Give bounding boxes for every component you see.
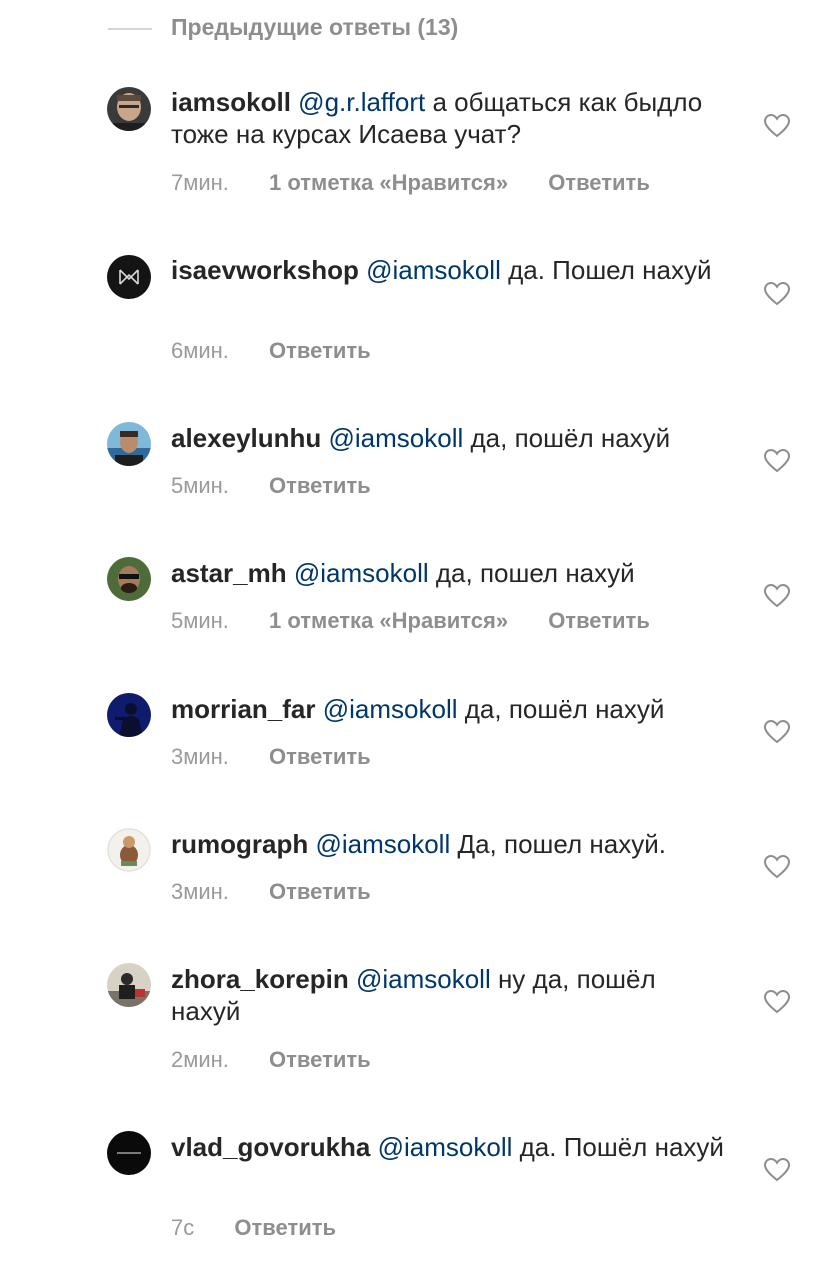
comment-username[interactable]: vlad_govorukha bbox=[171, 1132, 370, 1162]
comment-text: astar_mh @iamsokoll да, пошел нахуй bbox=[171, 557, 731, 589]
comment-text: zhora_korepin @iamsokoll ну да, пошёл на… bbox=[171, 963, 731, 1027]
avatar-logo-icon bbox=[107, 1131, 151, 1175]
comment-body: да. Пошёл нахуй bbox=[519, 1132, 724, 1162]
comment-likes[interactable]: 1 отметка «Нравится» bbox=[269, 170, 508, 196]
reply-button[interactable]: Ответить bbox=[269, 473, 371, 499]
like-heart-icon[interactable] bbox=[764, 1158, 790, 1182]
comment-body: Да, пошел нахуй. bbox=[457, 829, 666, 859]
comment-username[interactable]: astar_mh bbox=[171, 558, 287, 588]
comment-text: vlad_govorukha @iamsokoll да. Пошёл наху… bbox=[171, 1131, 731, 1163]
comment-text: rumograph @iamsokoll Да, пошел нахуй. bbox=[171, 828, 731, 860]
comment-time: 2мин. bbox=[171, 1047, 229, 1072]
comment-mention[interactable]: @iamsokoll bbox=[356, 964, 491, 994]
like-heart-icon[interactable] bbox=[764, 855, 790, 879]
comment-username[interactable]: alexeylunhu bbox=[171, 423, 321, 453]
reply-button[interactable]: Ответить bbox=[269, 879, 371, 905]
like-heart-icon[interactable] bbox=[764, 114, 790, 138]
comment-username[interactable]: zhora_korepin bbox=[171, 964, 349, 994]
comment-username[interactable]: iamsokoll bbox=[171, 87, 291, 117]
comment-username[interactable]: rumograph bbox=[171, 829, 308, 859]
comment-body: да, пошёл нахуй bbox=[464, 694, 665, 724]
comment-meta: 7с Ответить bbox=[171, 1215, 336, 1241]
like-heart-icon[interactable] bbox=[764, 449, 790, 473]
comment-meta: 2мин. Ответить bbox=[171, 1047, 371, 1073]
comment-time: 6мин. bbox=[171, 338, 229, 363]
avatar[interactable] bbox=[107, 557, 151, 601]
comment-text: isaevworkshop @iamsokoll да. Пошел нахуй bbox=[171, 254, 731, 286]
like-heart-icon[interactable] bbox=[764, 282, 790, 306]
avatar[interactable] bbox=[107, 693, 151, 737]
avatar-photo-icon bbox=[107, 557, 151, 601]
comment-body: да. Пошел нахуй bbox=[508, 255, 712, 285]
comment-mention[interactable]: @iamsokoll bbox=[294, 558, 429, 588]
avatar[interactable] bbox=[107, 255, 151, 299]
comment-meta: 5мин. 1 отметка «Нравится» Ответить bbox=[171, 608, 650, 634]
workshop-logo-icon bbox=[107, 255, 151, 299]
comment-time: 5мин. bbox=[171, 473, 229, 498]
avatar-photo-icon bbox=[107, 963, 151, 1007]
comment-mention[interactable]: @iamsokoll bbox=[366, 255, 501, 285]
comment-likes[interactable]: 1 отметка «Нравится» bbox=[269, 608, 508, 634]
comment-username[interactable]: isaevworkshop bbox=[171, 255, 359, 285]
avatar-photo-icon bbox=[107, 693, 151, 737]
comment-text: iamsokoll @g.r.laffort а общаться как бы… bbox=[171, 86, 731, 150]
comment-mention[interactable]: @iamsokoll bbox=[329, 423, 464, 453]
comment-body: да, пошел нахуй bbox=[435, 558, 635, 588]
previous-replies-line bbox=[108, 28, 152, 30]
avatar[interactable] bbox=[107, 828, 151, 872]
comment-mention[interactable]: @iamsokoll bbox=[323, 694, 458, 724]
comment-time: 7мин. bbox=[171, 170, 229, 195]
comment-body: да, пошёл нахуй bbox=[470, 423, 671, 453]
comment-meta: 6мин. Ответить bbox=[171, 338, 371, 364]
reply-button[interactable]: Ответить bbox=[234, 1215, 336, 1241]
avatar-illustration-icon bbox=[107, 828, 151, 872]
reply-button[interactable]: Ответить bbox=[548, 170, 650, 196]
comment-time: 5мин. bbox=[171, 608, 229, 633]
comment-meta: 3мин. Ответить bbox=[171, 744, 371, 770]
previous-replies-toggle[interactable]: Предыдущие ответы (13) bbox=[0, 0, 831, 58]
like-heart-icon[interactable] bbox=[764, 720, 790, 744]
reply-button[interactable]: Ответить bbox=[269, 1047, 371, 1073]
like-heart-icon[interactable] bbox=[764, 990, 790, 1014]
comment-time: 3мин. bbox=[171, 879, 229, 904]
comment-username[interactable]: morrian_far bbox=[171, 694, 316, 724]
comment-text: alexeylunhu @iamsokoll да, пошёл нахуй bbox=[171, 422, 731, 454]
avatar[interactable] bbox=[107, 87, 151, 131]
comment-mention[interactable]: @iamsokoll bbox=[315, 829, 450, 859]
reply-button[interactable]: Ответить bbox=[269, 338, 371, 364]
comment-meta: 7мин. 1 отметка «Нравится» Ответить bbox=[171, 170, 650, 196]
reply-button[interactable]: Ответить bbox=[548, 608, 650, 634]
avatar-photo-icon bbox=[107, 422, 151, 466]
comment-mention[interactable]: @g.r.laffort bbox=[298, 87, 425, 117]
like-heart-icon[interactable] bbox=[764, 584, 790, 608]
avatar[interactable] bbox=[107, 422, 151, 466]
avatar[interactable] bbox=[107, 1131, 151, 1175]
comment-text: morrian_far @iamsokoll да, пошёл нахуй bbox=[171, 693, 731, 725]
comment-time: 3мин. bbox=[171, 744, 229, 769]
comment-time: 7с bbox=[171, 1215, 195, 1240]
comment-meta: 3мин. Ответить bbox=[171, 879, 371, 905]
comment-meta: 5мин. Ответить bbox=[171, 473, 371, 499]
avatar[interactable] bbox=[107, 963, 151, 1007]
reply-button[interactable]: Ответить bbox=[269, 744, 371, 770]
avatar-photo-icon bbox=[107, 87, 151, 131]
comment-mention[interactable]: @iamsokoll bbox=[378, 1132, 513, 1162]
previous-replies-label[interactable]: Предыдущие ответы (13) bbox=[171, 14, 458, 41]
